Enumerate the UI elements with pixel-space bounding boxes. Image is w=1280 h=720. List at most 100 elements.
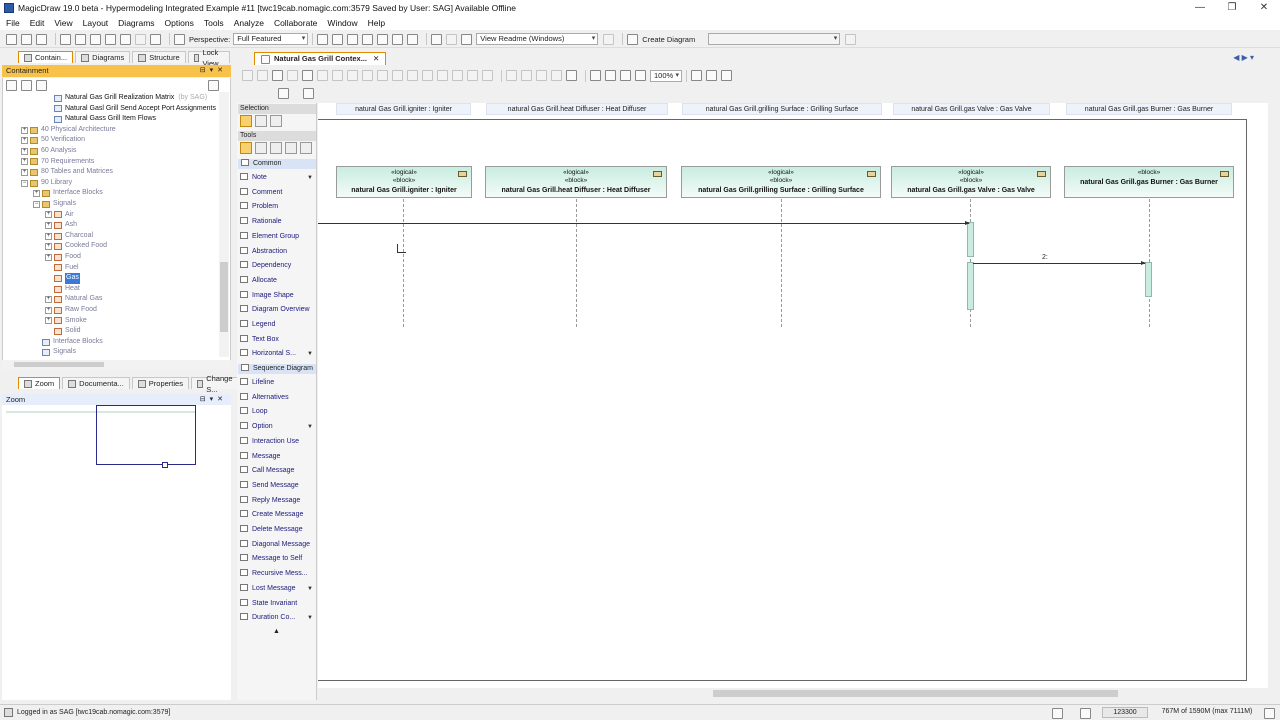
tab-documentation[interactable]: Documenta...: [62, 377, 130, 389]
tree-item[interactable]: Solid: [45, 326, 81, 337]
bracket-tool-icon[interactable]: [255, 142, 267, 154]
update-icon[interactable]: [392, 33, 404, 45]
lifeline-head[interactable]: «logical» «block» natural Gas Grill.ignite…: [336, 166, 472, 198]
dropdown-arrow-icon[interactable]: ▼: [307, 612, 313, 624]
print-icon[interactable]: [75, 33, 86, 45]
find-icon[interactable]: [105, 33, 116, 45]
lifeline-head[interactable]: «logical» «block» natural Gas Grill.heat D…: [485, 166, 667, 198]
lifeline-head[interactable]: «block» natural Gas Grill.gas Burner : Ga…: [1064, 166, 1234, 198]
lifeline-head[interactable]: «logical» «block» natural Gas Grill.gas Va…: [891, 166, 1051, 198]
menu-tools[interactable]: Tools: [204, 18, 224, 28]
expand-toggle-icon[interactable]: +: [45, 243, 52, 251]
palette-item-option[interactable]: Option ▼: [240, 421, 316, 433]
order-icon[interactable]: [521, 70, 532, 81]
line-style-icon[interactable]: [362, 70, 373, 81]
palette-item-comment[interactable]: Comment: [240, 187, 316, 199]
flip-icon[interactable]: [536, 70, 547, 81]
person-tool-icon[interactable]: [270, 142, 282, 154]
perspective-icon[interactable]: [174, 33, 185, 45]
tree-item[interactable]: +80 Tables and Matrices: [21, 167, 113, 178]
new-file-icon[interactable]: [6, 33, 17, 45]
tab-menu-icon[interactable]: ◀ ▶ ▾: [1233, 53, 1254, 62]
gear-icon[interactable]: [303, 87, 314, 99]
favorite-star-icon[interactable]: [21, 80, 32, 91]
palette-item-diagram-overview[interactable]: Diagram Overview: [240, 304, 316, 316]
palette-item-call-message[interactable]: Call Message: [240, 465, 316, 477]
zoom-level-select[interactable]: 100%: [650, 69, 682, 82]
close-button[interactable]: ✕: [1248, 0, 1280, 16]
expand-toggle-icon[interactable]: +: [45, 232, 52, 240]
create-diagram-button[interactable]: Create Diagram: [642, 35, 695, 44]
column-header[interactable]: natural Gas Grill.heat Diffuser : Heat D…: [486, 103, 668, 115]
sequence-tool-icon[interactable]: [240, 142, 252, 154]
tree-item[interactable]: Fuel: [45, 263, 79, 274]
tab-containment[interactable]: Contain...: [18, 51, 74, 63]
minimize-button[interactable]: —: [1184, 0, 1216, 16]
menu-help[interactable]: Help: [368, 18, 385, 28]
menu-collaborate[interactable]: Collaborate: [274, 18, 317, 28]
check-icon[interactable]: [431, 33, 443, 45]
palette-item-legend[interactable]: Legend: [240, 319, 316, 331]
expand-toggle-icon[interactable]: +: [21, 137, 28, 145]
package-icon[interactable]: [332, 33, 344, 45]
tree-item[interactable]: Natural Gass Grill Item Flows: [45, 114, 156, 125]
tree-scroll-thumb[interactable]: [220, 262, 228, 332]
zoom-in-icon[interactable]: [620, 70, 631, 81]
expand-toggle-icon[interactable]: −: [33, 200, 40, 208]
zoom-selection-icon[interactable]: [605, 70, 616, 81]
palette-item-allocate[interactable]: Allocate: [240, 275, 316, 287]
palette-item-text-box[interactable]: Text Box: [240, 334, 316, 346]
tree-item[interactable]: Gas: [45, 273, 80, 284]
maximize-button[interactable]: ❐: [1216, 0, 1248, 16]
tree-item[interactable]: +40 Physical Architecture: [21, 125, 116, 136]
palette-item-reply-message[interactable]: Reply Message: [240, 495, 316, 507]
tree-item[interactable]: Natural Gasl Grill Send Accept Port Assi…: [45, 104, 216, 115]
menu-edit[interactable]: Edit: [30, 18, 45, 28]
menu-file[interactable]: File: [6, 18, 20, 28]
palette-item-lifeline[interactable]: Lifeline: [240, 377, 316, 389]
run-icon[interactable]: [603, 33, 615, 45]
zoom-out-icon[interactable]: [635, 70, 646, 81]
palette-item-element-group[interactable]: Element Group: [240, 231, 316, 243]
rotate-icon[interactable]: [551, 70, 562, 81]
tree-item[interactable]: Natural Gas Grill Realization Matrix (by …: [45, 93, 207, 104]
play-icon[interactable]: [721, 70, 732, 81]
expand-toggle-icon[interactable]: +: [45, 221, 52, 229]
create-diagram-icon[interactable]: [627, 33, 639, 45]
search-icon[interactable]: [36, 80, 47, 91]
expand-toggle-icon[interactable]: +: [45, 317, 52, 325]
dropdown-arrow-icon[interactable]: ▼: [307, 421, 313, 433]
palette-item-message-to-self[interactable]: Message to Self: [240, 553, 316, 565]
rubberband-tool-icon[interactable]: [270, 115, 282, 127]
palette-item-note[interactable]: Note ▼: [240, 172, 316, 184]
message-arrow[interactable]: [318, 221, 970, 225]
tree-item[interactable]: + Charcoal: [45, 231, 93, 242]
palette-item-interaction-use[interactable]: Interaction Use: [240, 436, 316, 448]
column-header[interactable]: natural Gas Grill.gas Valve : Gas Valve: [893, 103, 1050, 115]
export-icon[interactable]: [60, 33, 71, 45]
tab-change-sets[interactable]: Change S...: [190, 374, 241, 394]
pointer-tool-icon[interactable]: [240, 115, 252, 127]
distribute-icon[interactable]: [332, 70, 343, 81]
palette-item-lost-message[interactable]: Lost Message ▼: [240, 583, 316, 595]
tab-zoom[interactable]: Zoom: [18, 377, 61, 389]
arrange-icon[interactable]: [506, 70, 517, 81]
validate-icon[interactable]: [150, 33, 161, 45]
go-icon[interactable]: [845, 33, 857, 45]
tree-item[interactable]: Heat: [45, 284, 80, 295]
close-tab-icon[interactable]: ✕: [373, 53, 379, 65]
save-icon[interactable]: [36, 33, 47, 45]
snap-icon[interactable]: [452, 70, 463, 81]
activation-bar[interactable]: [967, 222, 974, 257]
expand-toggle-icon[interactable]: +: [45, 211, 52, 219]
lock-icon[interactable]: [407, 33, 419, 45]
zoom-overview[interactable]: [2, 405, 231, 700]
open-folder-icon[interactable]: [21, 33, 32, 45]
pan-icon[interactable]: [566, 70, 577, 81]
network-tool-icon[interactable]: [285, 142, 297, 154]
zoom-panel-controls[interactable]: ⊟▾✕: [200, 394, 227, 405]
layout-icon[interactable]: [691, 70, 702, 81]
grid-icon[interactable]: [706, 70, 717, 81]
palette-item-diagonal-message[interactable]: Diagonal Message: [240, 539, 316, 551]
project-icon[interactable]: [347, 33, 359, 45]
